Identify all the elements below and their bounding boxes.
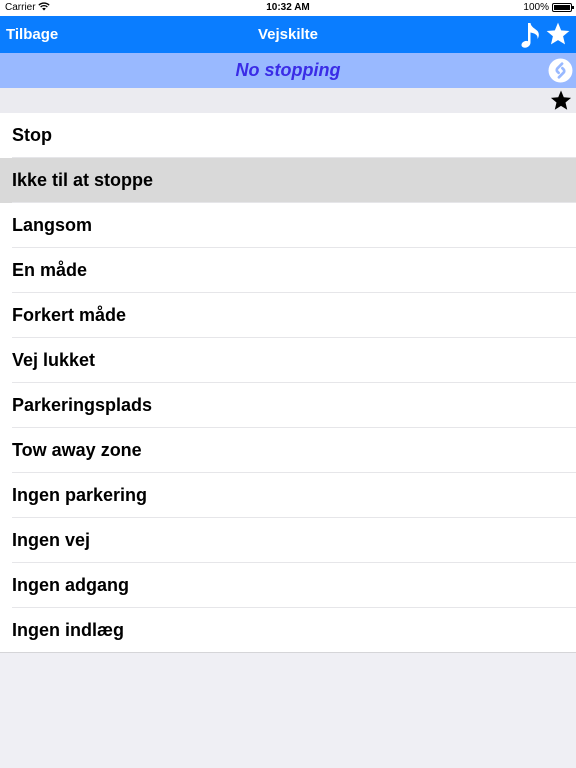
list-item[interactable]: Ingen parkering — [0, 473, 576, 518]
list-item-label: Langsom — [12, 215, 93, 235]
back-button[interactable]: Tilbage — [6, 26, 58, 43]
navigation-bar: Tilbage Vejskilte — [0, 16, 576, 53]
battery-icon — [552, 3, 574, 12]
list-item[interactable]: Ingen adgang — [0, 563, 576, 608]
list-item-label: Stop — [12, 125, 52, 145]
toolbar — [0, 88, 576, 113]
list-item-label: Forkert måde — [12, 305, 127, 325]
list-item[interactable]: Ingen vej — [0, 518, 576, 563]
list-item[interactable]: Parkeringsplads — [0, 383, 576, 428]
list-item-label: Parkeringsplads — [12, 395, 153, 415]
list-item-label: Ikke til at stoppe — [12, 170, 154, 190]
list-item[interactable]: Langsom — [0, 203, 576, 248]
list-item-label: En måde — [12, 260, 88, 280]
star-icon[interactable] — [549, 89, 573, 112]
list-item[interactable]: Tow away zone — [0, 428, 576, 473]
music-note-icon[interactable] — [518, 20, 544, 50]
sign-list: Stop Ikke til at stoppe Langsom En måde Fork… — [0, 113, 576, 653]
list-item[interactable]: Forkert måde — [0, 293, 576, 338]
list-item-label: Tow away zone — [12, 440, 142, 460]
translation-text: No stopping — [235, 60, 341, 80]
row-divider — [0, 652, 576, 653]
clock: 10:32 AM — [266, 2, 310, 13]
list-item[interactable]: Vej lukket — [0, 338, 576, 383]
list-item[interactable]: En måde — [0, 248, 576, 293]
battery-percentage: 100% — [523, 2, 549, 13]
list-item-label: Ingen parkering — [12, 485, 148, 505]
list-item-label: Ingen indlæg — [12, 620, 124, 640]
favorites-star-icon[interactable] — [545, 20, 571, 48]
list-item-label: Ingen vej — [12, 530, 91, 550]
list-item[interactable]: Stop — [0, 113, 576, 158]
list-item-label: Ingen adgang — [12, 575, 129, 595]
shazam-icon[interactable] — [548, 58, 573, 83]
list-item[interactable]: Ingen indlæg — [0, 608, 576, 653]
page-title: Vejskilte — [257, 26, 319, 43]
list-item[interactable]: Ikke til at stoppe — [0, 158, 576, 203]
status-bar: Carrier 10:32 AM 100% — [0, 0, 576, 16]
translation-banner: No stopping — [0, 53, 576, 88]
list-item-label: Vej lukket — [12, 350, 96, 370]
